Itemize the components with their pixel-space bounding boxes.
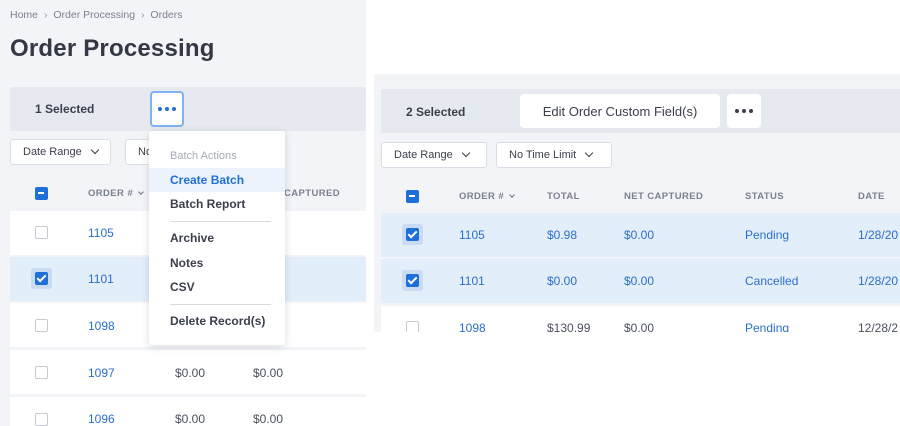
order-number-link[interactable]: 1097 xyxy=(88,366,115,380)
menu-item-csv[interactable]: CSV xyxy=(149,275,285,299)
net-captured-value: $0.00 xyxy=(624,321,655,332)
row-checkbox[interactable] xyxy=(406,228,419,241)
more-actions-button[interactable] xyxy=(727,94,761,128)
breadcrumb-orders[interactable]: Orders xyxy=(150,9,182,21)
net-captured-value: $0.00 xyxy=(624,228,655,242)
column-header-date[interactable]: DATE xyxy=(858,191,885,202)
row-checkbox[interactable] xyxy=(35,413,48,426)
column-header-status[interactable]: STATUS xyxy=(745,191,784,202)
breadcrumb-order-processing[interactable]: Order Processing xyxy=(53,9,135,21)
total-value: $0.00 xyxy=(175,366,206,380)
batch-actions-menu: Batch Actions Create Batch Batch Report … xyxy=(149,131,285,345)
selected-count: 2 Selected xyxy=(406,105,466,119)
status-value: Pending xyxy=(745,228,790,242)
net-captured-value: $0.00 xyxy=(624,274,655,288)
order-number-link[interactable]: 1098 xyxy=(459,321,486,332)
menu-item-create-batch[interactable]: Create Batch xyxy=(149,168,285,192)
select-all-checkbox[interactable] xyxy=(406,190,419,203)
total-value: $0.00 xyxy=(547,274,578,288)
chevron-right-icon: › xyxy=(141,9,145,21)
row-checkbox[interactable] xyxy=(35,366,48,379)
date-value: 1/28/20 xyxy=(858,274,899,288)
row-checkbox[interactable] xyxy=(35,319,48,332)
edit-order-custom-fields-button[interactable]: Edit Order Custom Field(s) xyxy=(520,94,720,128)
time-limit-label: No Time Limit xyxy=(509,149,577,161)
menu-item-notes[interactable]: Notes xyxy=(149,251,285,275)
row-checkbox[interactable] xyxy=(406,274,419,287)
column-header-order[interactable]: ORDER # xyxy=(459,191,515,202)
selected-count: 1 Selected xyxy=(35,102,95,116)
order-number-link[interactable]: 1105 xyxy=(88,226,114,240)
sort-chevron-icon xyxy=(138,189,144,195)
date-value: 12/28/2 xyxy=(858,321,899,332)
total-value: $0.98 xyxy=(547,228,578,242)
more-actions-button[interactable] xyxy=(150,91,184,127)
page-title: Order Processing xyxy=(10,35,215,62)
chevron-down-icon xyxy=(90,145,99,155)
column-header-net-captured[interactable]: NET CAPTURED xyxy=(624,191,703,202)
time-limit-filter[interactable]: No Time Limit xyxy=(496,142,612,168)
net-captured-value: $0.00 xyxy=(253,366,284,380)
menu-item-archive[interactable]: Archive xyxy=(149,226,285,250)
table-row[interactable]: 1101 $0.00 $0.00 Cancelled 1/28/20 xyxy=(381,259,900,303)
chevron-right-icon: › xyxy=(44,9,48,21)
row-checkbox[interactable] xyxy=(35,272,48,285)
status-value: Pending xyxy=(745,321,790,332)
chevron-down-icon xyxy=(585,148,594,158)
breadcrumb-home[interactable]: Home xyxy=(10,9,38,21)
order-number-link[interactable]: 1101 xyxy=(88,272,114,286)
more-dots-icon xyxy=(158,107,162,111)
order-number-link[interactable]: 1096 xyxy=(88,412,115,426)
order-number-link[interactable]: 1098 xyxy=(88,319,115,333)
menu-item-delete-records[interactable]: Delete Record(s) xyxy=(149,309,285,333)
chevron-down-icon xyxy=(461,148,470,158)
total-value: $0.00 xyxy=(175,412,206,426)
selection-bar: 2 Selected Edit Order Custom Field(s) xyxy=(381,89,900,133)
more-dots-icon xyxy=(735,109,739,113)
column-header-net-captured[interactable]: CAPTURED xyxy=(284,188,340,199)
breadcrumb: Home › Order Processing › Orders xyxy=(10,9,183,21)
table-row[interactable]: 1105 $0.98 $0.00 Pending 1/28/20 xyxy=(381,213,900,257)
menu-divider xyxy=(170,221,271,222)
table-row[interactable]: 1097 $0.00 $0.00 xyxy=(10,350,366,394)
row-checkbox[interactable] xyxy=(35,226,48,239)
net-captured-value: $0.00 xyxy=(253,412,284,426)
date-range-filter[interactable]: Date Range xyxy=(10,139,111,165)
menu-divider xyxy=(170,304,271,305)
column-header-total[interactable]: TOTAL xyxy=(547,191,580,202)
menu-header-batch-actions: Batch Actions xyxy=(170,150,237,162)
date-range-label: Date Range xyxy=(23,146,82,158)
order-processing-panel-left: Home › Order Processing › Orders Order P… xyxy=(0,0,366,426)
date-range-filter[interactable]: Date Range xyxy=(381,142,487,168)
row-checkbox[interactable] xyxy=(406,321,419,332)
table-row[interactable]: 1096 $0.00 $0.00 xyxy=(10,397,366,426)
date-value: 1/28/20 xyxy=(858,228,899,242)
order-processing-panel-right: 2 Selected Edit Order Custom Field(s) Da… xyxy=(374,74,900,332)
order-number-link[interactable]: 1101 xyxy=(459,274,485,288)
total-value: $130.99 xyxy=(547,321,591,332)
date-range-label: Date Range xyxy=(394,149,453,161)
table-row[interactable]: 1098 $130.99 $0.00 Pending 12/28/2 xyxy=(381,306,900,332)
sort-chevron-icon xyxy=(509,192,515,198)
column-header-order[interactable]: ORDER # xyxy=(88,188,144,199)
selection-bar: 1 Selected xyxy=(10,87,366,131)
status-value: Cancelled xyxy=(745,274,799,288)
menu-item-batch-report[interactable]: Batch Report xyxy=(149,192,285,216)
order-number-link[interactable]: 1105 xyxy=(459,228,485,242)
select-all-checkbox[interactable] xyxy=(35,187,48,200)
